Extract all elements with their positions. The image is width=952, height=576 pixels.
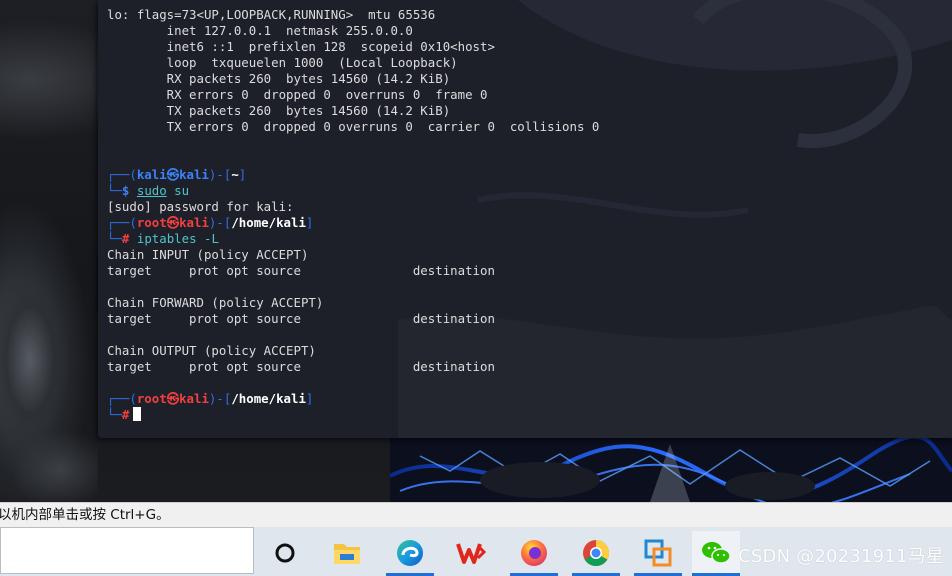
- prompt-corner: ┌──(: [107, 167, 137, 182]
- terminal-line: Chain INPUT (policy ACCEPT): [107, 247, 309, 262]
- terminal-line: target prot opt source destination: [107, 263, 495, 278]
- vm-hint-text: 以机内部单击或按 Ctrl+G。: [0, 507, 170, 523]
- terminal-window[interactable]: lo: flags=73<UP,LOOPBACK,RUNNING> mtu 65…: [98, 0, 952, 438]
- terminal-line: target prot opt source destination: [107, 359, 495, 374]
- prompt-command-line: └─#: [107, 407, 952, 423]
- prompt-at-symbol: ㉿: [166, 167, 180, 182]
- prompt-bracket: ]: [238, 167, 247, 182]
- text-cursor[interactable]: [133, 407, 142, 421]
- terminal-line: TX errors 0 dropped 0 overruns 0 carrier…: [107, 119, 600, 134]
- prompt-corner: └─: [107, 231, 122, 246]
- prompt-user: root: [136, 215, 167, 230]
- prompt-header: ┌──(root㉿kali)-[/home/kali]: [107, 391, 952, 407]
- firefox-icon[interactable]: [510, 531, 558, 576]
- prompt-bracket: )-[: [208, 167, 232, 182]
- terminal-line: Chain OUTPUT (policy ACCEPT): [107, 343, 316, 358]
- prompt-command-line: └─$ sudo su: [107, 183, 952, 199]
- prompt-header: ┌──(root㉿kali)-[/home/kali]: [107, 215, 952, 231]
- prompt-dir: ~: [231, 167, 239, 182]
- command-sudo: sudo: [136, 183, 167, 198]
- command-args: su: [166, 183, 190, 198]
- prompt-user: kali: [136, 167, 167, 182]
- prompt-corner: ┌──(: [107, 215, 137, 230]
- cortana-icon[interactable]: [261, 531, 309, 574]
- prompt-host: kali: [179, 167, 209, 182]
- vm-hint-bar: 以机内部单击或按 Ctrl+G。: [0, 502, 952, 528]
- edge-icon[interactable]: [386, 531, 434, 576]
- terminal-line: inet 127.0.0.1 netmask 255.0.0.0: [107, 23, 413, 38]
- prompt-at-symbol: ㉿: [166, 215, 180, 230]
- prompt-corner: ┌──(: [107, 391, 137, 406]
- prompt-host: kali: [179, 215, 209, 230]
- terminal-line: TX packets 260 bytes 14560 (14.2 KiB): [107, 103, 451, 118]
- prompt-command-line: └─# iptables -L: [107, 231, 952, 247]
- prompt-bracket: ]: [305, 391, 314, 406]
- prompt-host: kali: [179, 391, 209, 406]
- chrome-icon[interactable]: [572, 531, 620, 576]
- csdn-watermark: CSDN @20231911马星: [738, 546, 944, 567]
- terminal-line: lo: flags=73<UP,LOOPBACK,RUNNING> mtu 65…: [107, 7, 436, 22]
- wps-icon[interactable]: [448, 531, 496, 574]
- terminal-line: inet6 ::1 prefixlen 128 scopeid 0x10<hos…: [107, 39, 495, 54]
- vmware-icon[interactable]: [634, 531, 682, 576]
- terminal-line: loop txqueuelen 1000 (Local Loopback): [107, 55, 458, 70]
- terminal-line: Chain FORWARD (policy ACCEPT): [107, 295, 324, 310]
- prompt-bracket: )-[: [208, 215, 232, 230]
- terminal-line: RX errors 0 dropped 0 overruns 0 frame 0: [107, 87, 488, 102]
- sudo-password-prompt: [sudo] password for kali:: [107, 199, 294, 214]
- prompt-at-symbol: ㉿: [166, 391, 180, 406]
- prompt-dir: /home/kali: [231, 215, 306, 230]
- wechat-icon[interactable]: [692, 531, 740, 576]
- prompt-header: ┌──(kali㉿kali)-[~]: [107, 167, 952, 183]
- desktop-wallpaper: lo: flags=73<UP,LOOPBACK,RUNNING> mtu 65…: [0, 0, 952, 502]
- taskbar: CSDN @20231911马星: [0, 527, 952, 576]
- prompt-user: root: [136, 391, 167, 406]
- file-explorer-icon[interactable]: [323, 531, 371, 574]
- terminal-line: RX packets 260 bytes 14560 (14.2 KiB): [107, 71, 451, 86]
- prompt-corner: └─: [107, 407, 122, 422]
- wallpaper-dragon-art: [0, 240, 98, 502]
- terminal-line: target prot opt source destination: [107, 311, 495, 326]
- prompt-corner: └─: [107, 183, 122, 198]
- prompt-symbol: #: [121, 407, 130, 422]
- prompt-bracket: )-[: [208, 391, 232, 406]
- prompt-bracket: ]: [305, 215, 314, 230]
- taskbar-search-box[interactable]: [0, 527, 254, 574]
- prompt-dir: /home/kali: [231, 391, 306, 406]
- terminal-output: lo: flags=73<UP,LOOPBACK,RUNNING> mtu 65…: [107, 7, 952, 423]
- wallpaper-lightning: [390, 436, 952, 502]
- command-text: iptables -L: [136, 231, 219, 246]
